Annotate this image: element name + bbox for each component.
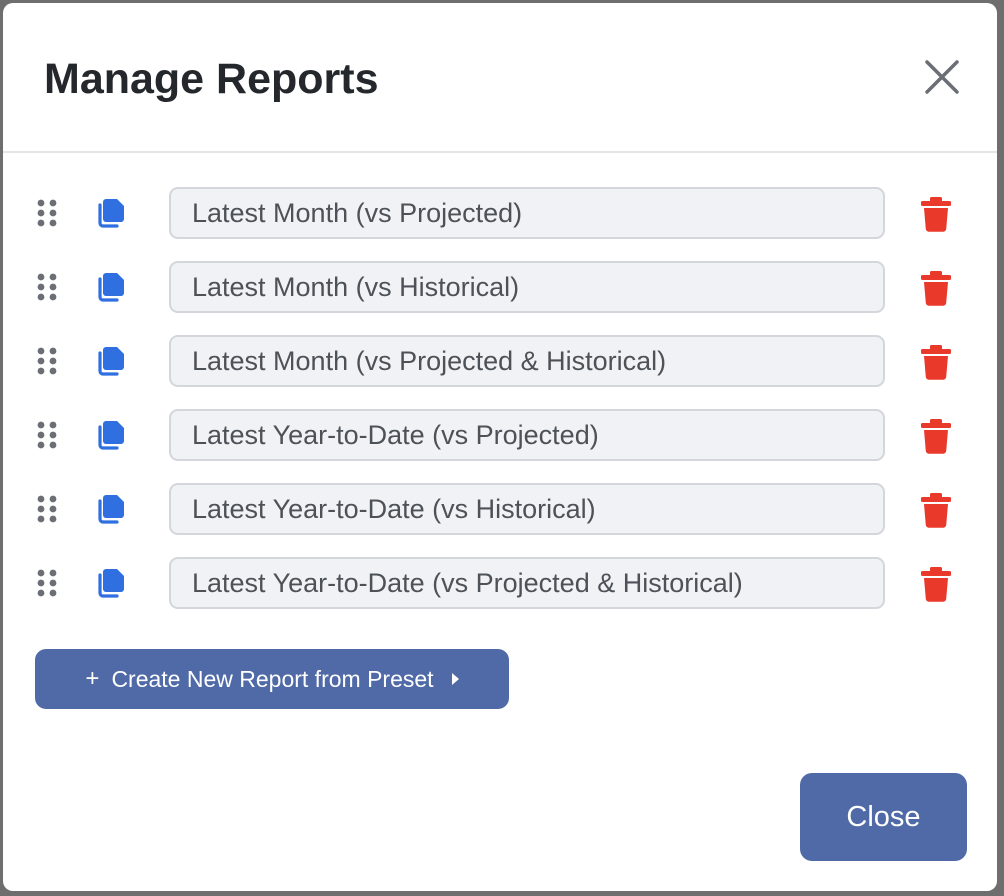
report-name-input[interactable] bbox=[169, 187, 885, 239]
drag-handle-icon[interactable] bbox=[36, 495, 58, 523]
create-report-from-preset-button[interactable]: + Create New Report from Preset bbox=[35, 649, 509, 709]
drag-handle-icon[interactable] bbox=[36, 347, 58, 375]
trash-icon[interactable] bbox=[919, 492, 953, 528]
report-name-input[interactable] bbox=[169, 557, 885, 609]
report-row bbox=[3, 335, 997, 387]
create-report-label: Create New Report from Preset bbox=[111, 665, 434, 692]
report-name-input[interactable] bbox=[169, 409, 885, 461]
caret-right-icon bbox=[451, 673, 459, 685]
copy-icon[interactable] bbox=[95, 567, 127, 599]
copy-icon[interactable] bbox=[95, 271, 127, 303]
copy-icon[interactable] bbox=[95, 345, 127, 377]
report-row bbox=[3, 483, 997, 535]
trash-icon[interactable] bbox=[919, 270, 953, 306]
report-row bbox=[3, 557, 997, 609]
close-button[interactable]: Close bbox=[800, 773, 967, 861]
dialog-header: Manage Reports bbox=[3, 3, 997, 153]
trash-icon[interactable] bbox=[919, 344, 953, 380]
report-name-input[interactable] bbox=[169, 335, 885, 387]
report-name-input[interactable] bbox=[169, 261, 885, 313]
copy-icon[interactable] bbox=[95, 493, 127, 525]
drag-handle-icon[interactable] bbox=[36, 199, 58, 227]
report-row bbox=[3, 261, 997, 313]
trash-icon[interactable] bbox=[919, 418, 953, 454]
report-row bbox=[3, 409, 997, 461]
copy-icon[interactable] bbox=[95, 419, 127, 451]
trash-icon[interactable] bbox=[919, 196, 953, 232]
drag-handle-icon[interactable] bbox=[36, 273, 58, 301]
report-name-input[interactable] bbox=[169, 483, 885, 535]
manage-reports-dialog: Manage Reports Latest Month (vs Projecte… bbox=[3, 3, 997, 891]
drag-handle-icon[interactable] bbox=[36, 421, 58, 449]
plus-label: + bbox=[85, 665, 100, 692]
report-row bbox=[3, 187, 997, 239]
trash-icon[interactable] bbox=[919, 566, 953, 602]
close-icon[interactable] bbox=[919, 54, 965, 100]
copy-icon[interactable] bbox=[95, 197, 127, 229]
drag-handle-icon[interactable] bbox=[36, 569, 58, 597]
dialog-title: Manage Reports bbox=[44, 55, 379, 103]
